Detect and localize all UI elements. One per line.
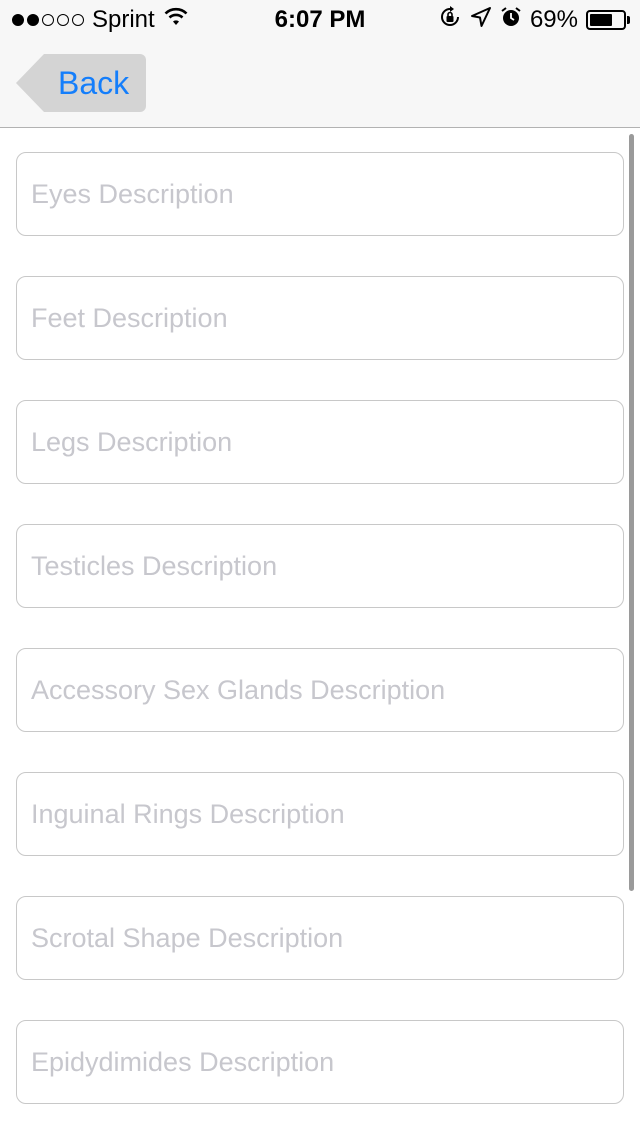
signal-dot bbox=[27, 14, 39, 26]
legs-description-field[interactable] bbox=[16, 400, 624, 484]
scrollbar[interactable] bbox=[629, 134, 634, 891]
eyes-description-field[interactable] bbox=[16, 152, 624, 236]
signal-dot bbox=[42, 14, 54, 26]
back-arrow-icon bbox=[16, 54, 44, 112]
epidydimides-description-field[interactable] bbox=[16, 1020, 624, 1104]
testicles-description-field[interactable] bbox=[16, 524, 624, 608]
carrier-label: Sprint bbox=[92, 6, 155, 33]
navigation-bar: Back bbox=[0, 40, 640, 128]
battery-percent: 69% bbox=[529, 6, 578, 33]
back-button[interactable]: Back bbox=[16, 54, 146, 112]
wifi-icon bbox=[163, 6, 189, 34]
battery-cap bbox=[627, 16, 630, 24]
signal-dot bbox=[57, 14, 69, 26]
location-icon bbox=[470, 6, 492, 35]
battery-fill bbox=[590, 14, 613, 26]
inguinal-rings-description-field[interactable] bbox=[16, 772, 624, 856]
signal-strength-icon bbox=[12, 14, 84, 26]
back-button-label: Back bbox=[44, 54, 146, 112]
orientation-lock-icon bbox=[438, 5, 462, 36]
status-bar-right: 69% bbox=[438, 5, 630, 36]
status-bar: Sprint 69% 6:07 PM bbox=[0, 0, 640, 40]
status-bar-left: Sprint bbox=[12, 6, 189, 34]
signal-dot bbox=[12, 14, 24, 26]
battery-body bbox=[586, 10, 626, 30]
scrotal-shape-description-field[interactable] bbox=[16, 896, 624, 980]
alarm-icon bbox=[500, 6, 522, 35]
battery-icon bbox=[586, 10, 630, 30]
accessory-sex-glands-description-field[interactable] bbox=[16, 648, 624, 732]
signal-dot bbox=[72, 14, 84, 26]
feet-description-field[interactable] bbox=[16, 276, 624, 360]
form-scroll-area[interactable] bbox=[0, 129, 640, 1136]
